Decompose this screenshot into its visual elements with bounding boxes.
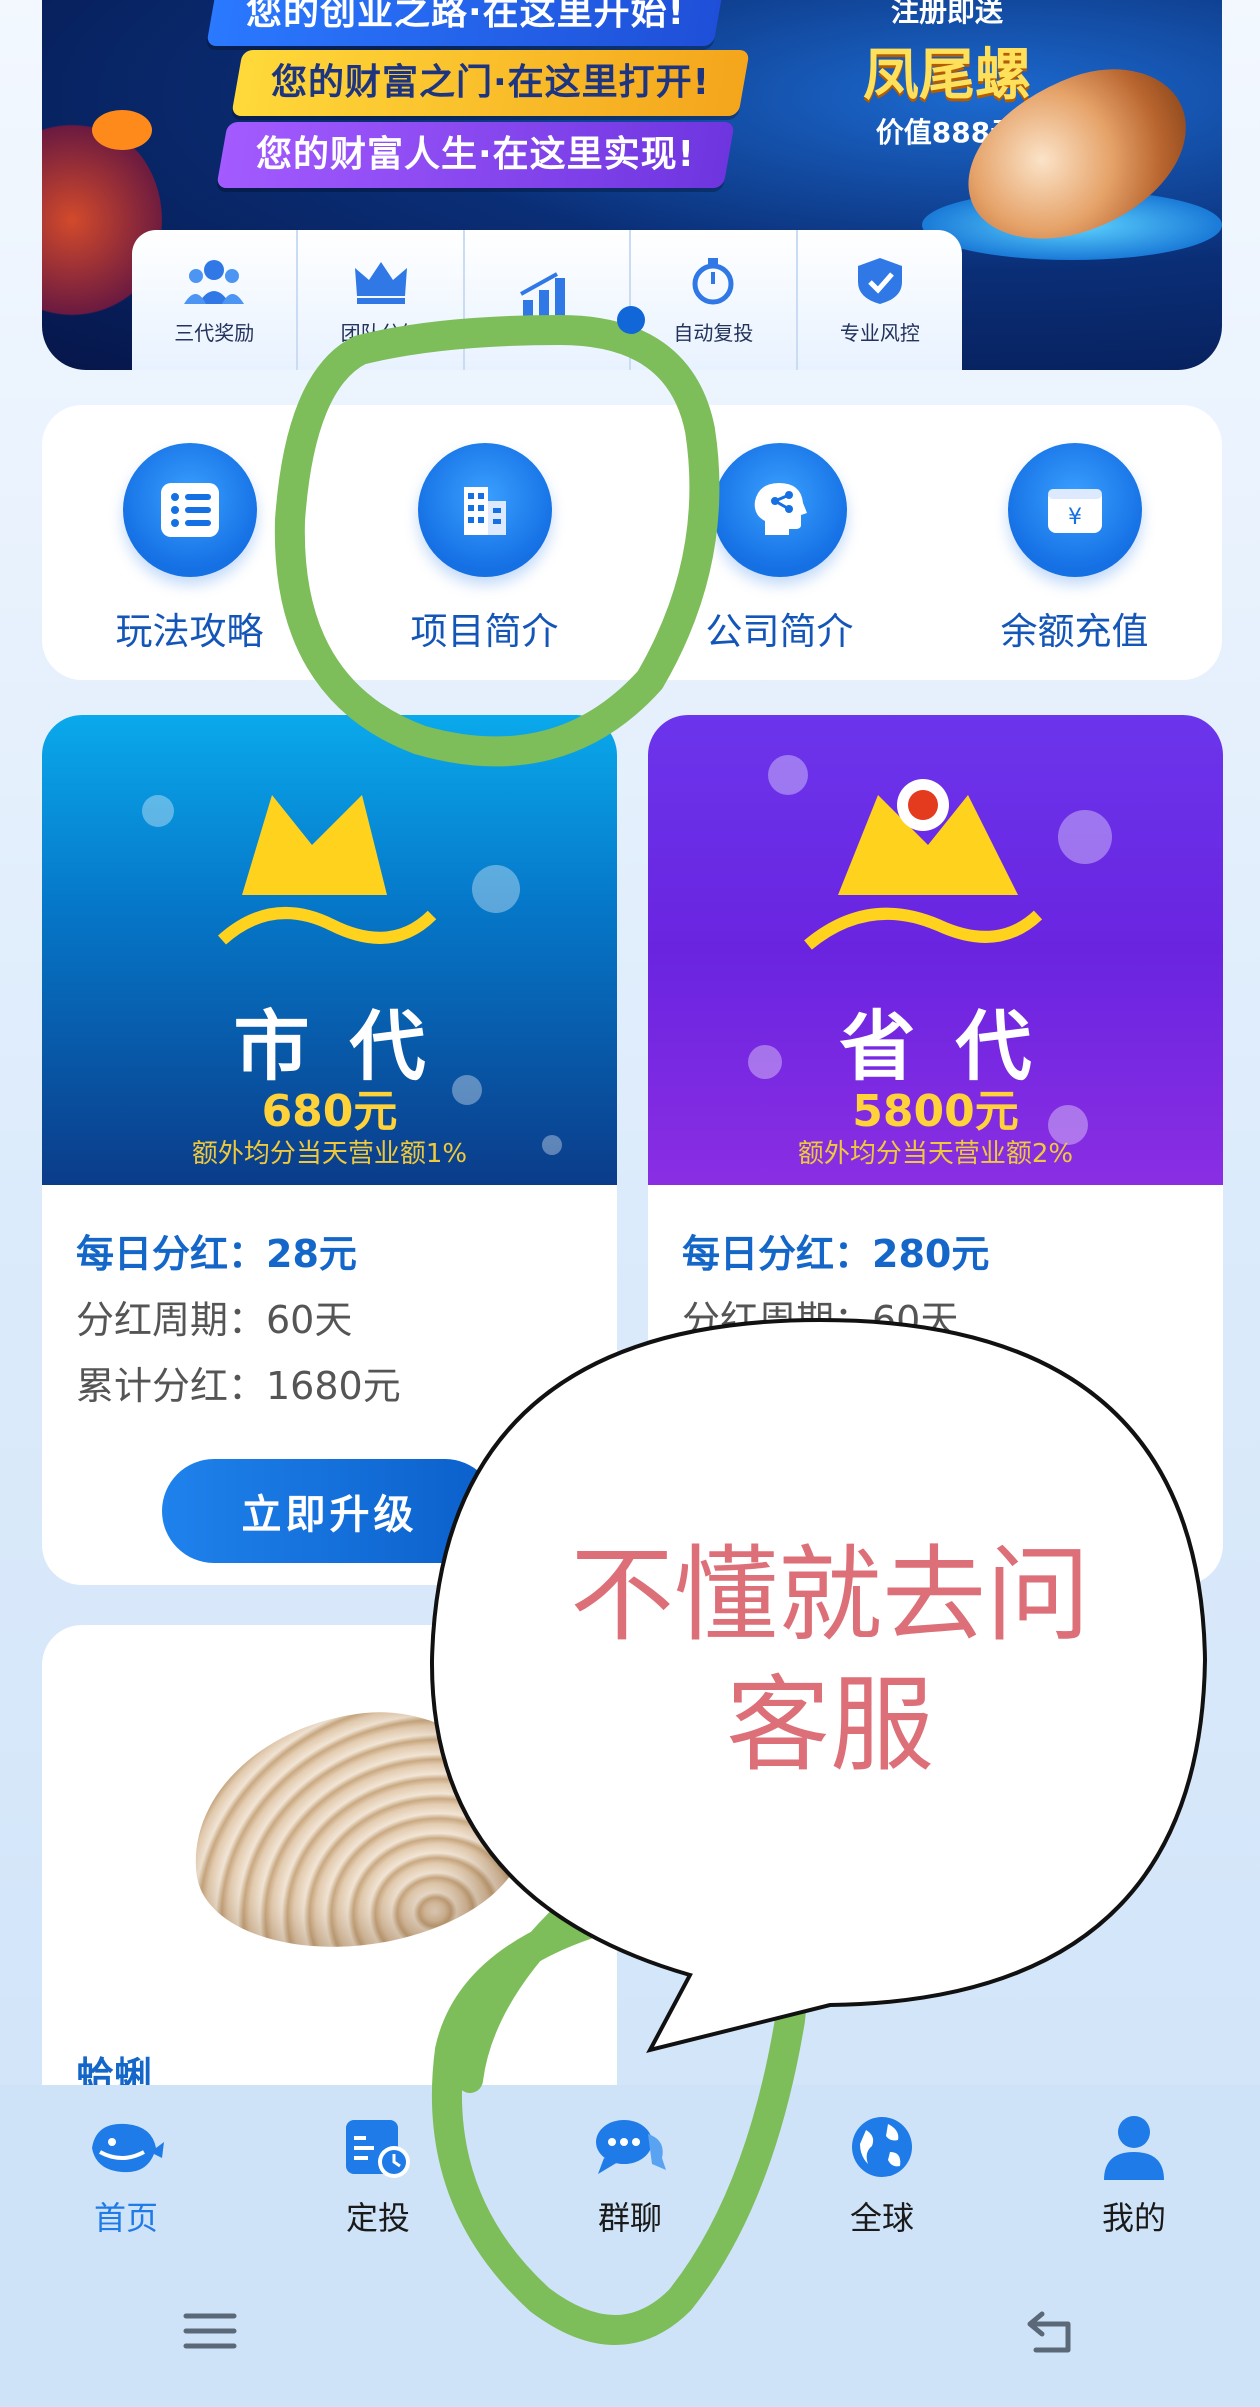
quick-menu: 玩法攻略 项目简介 公司简介 ¥ 余额充值 [42, 405, 1222, 680]
speech-line-1: 不懂就去问 [569, 1534, 1090, 1656]
quick-item-company-intro[interactable]: 公司简介 [632, 405, 927, 680]
globe-icon [840, 2107, 924, 2187]
card-image: 省代 5800元 额外均分当天营业额2% [648, 715, 1223, 1185]
tab-label: 全球 [849, 2199, 914, 2237]
quick-item-label: 项目简介 [410, 610, 559, 653]
calendar-clock-icon [336, 2107, 420, 2187]
feature-risk-control: 专业风控 [798, 230, 962, 370]
feature-team-dividend: 团队分红 [298, 230, 465, 370]
person-icon [1092, 2107, 1176, 2187]
bar-chart-icon [517, 269, 577, 321]
feature-label: 团队分红 [340, 320, 421, 345]
tab-label: 定投 [345, 2199, 410, 2237]
bottom-tab-bar: 首页 定投 群聊 全球 我的 [0, 2085, 1260, 2255]
crown-icon [351, 255, 411, 307]
crown-logo-icon [804, 779, 1043, 950]
carousel-indicator-dot [617, 306, 645, 334]
feature-strip: 三代奖励 团队分红 自动复投 专业风控 [132, 230, 962, 370]
crown-logo-icon [217, 795, 437, 945]
head-network-icon [712, 443, 847, 577]
promo-top-text: 注册即送 [890, 0, 1003, 28]
upgrade-button[interactable]: 立即升级 [162, 1459, 497, 1563]
banner-slogan-3: 您的财富人生·在这里实现! [216, 122, 735, 188]
product-card-province-agent[interactable]: 省代 5800元 额外均分当天营业额2% 每日分红：280元 分红周期：60天 [648, 715, 1223, 1585]
people-icon [184, 255, 245, 307]
home-icon[interactable] [585, 2296, 675, 2366]
speech-bubble-text: 不懂就去问 客服 [480, 1530, 1180, 1790]
tab-global[interactable]: 全球 [756, 2085, 1008, 2255]
dividend-period: 分红周期：60天 [682, 1298, 959, 1342]
feature-chart [465, 230, 632, 370]
shield-check-icon [850, 255, 910, 307]
quick-item-label: 余额充值 [1000, 610, 1149, 653]
back-icon[interactable] [1005, 2296, 1095, 2366]
tab-label: 首页 [93, 2199, 158, 2237]
feature-label: 三代奖励 [174, 320, 255, 345]
bubble-decoration [142, 795, 174, 827]
building-icon [417, 443, 552, 577]
quick-item-label: 公司简介 [705, 610, 854, 653]
dividend-period: 分红周期：60天 [76, 1298, 353, 1342]
clownfish-decoration [92, 110, 152, 150]
whale-icon [84, 2107, 168, 2187]
speech-line-2: 客服 [725, 1664, 934, 1786]
list-icon [122, 443, 257, 577]
menu-icon[interactable] [165, 2296, 255, 2366]
quick-item-project-intro[interactable]: 项目简介 [337, 405, 632, 680]
stopwatch-icon [683, 255, 743, 307]
tab-label: 群聊 [597, 2199, 662, 2237]
banner-slogan-1: 您的创业之路·在这里开始! [206, 0, 725, 46]
tab-label: 我的 [1101, 2199, 1166, 2237]
tab-profile[interactable]: 我的 [1008, 2085, 1260, 2255]
wallet-yen-icon: ¥ [1007, 443, 1142, 577]
card-note: 额外均分当天营业额1% [191, 1139, 468, 1169]
bubble-decoration [472, 865, 520, 913]
card-image: 市代 680元 额外均分当天营业额1% [42, 715, 617, 1185]
chat-bubbles-icon [588, 2107, 672, 2187]
card-note: 额外均分当天营业额2% [797, 1139, 1074, 1169]
product-card-city-agent[interactable]: 市代 680元 额外均分当天营业额1% 每日分红：28元 分红周期：60天 累计… [42, 715, 617, 1585]
system-navigation-bar [0, 2255, 1260, 2407]
card-price: 5800元 [852, 1086, 1019, 1137]
quick-item-label: 玩法攻略 [115, 610, 264, 653]
tab-investment[interactable]: 定投 [252, 2085, 504, 2255]
svg-text:¥: ¥ [1068, 505, 1082, 530]
feature-label: 专业风控 [839, 320, 920, 345]
daily-dividend: 每日分红：28元 [76, 1232, 357, 1276]
daily-dividend: 每日分红：280元 [682, 1232, 990, 1276]
tab-home[interactable]: 首页 [0, 2085, 252, 2255]
banner-slogan-2: 您的财富之门·在这里打开! [231, 50, 750, 116]
quick-item-recharge[interactable]: ¥ 余额充值 [927, 405, 1222, 680]
tab-group-chat[interactable]: 群聊 [504, 2085, 756, 2255]
feature-label: 自动复投 [673, 320, 754, 345]
card-price: 680元 [261, 1086, 398, 1137]
quick-item-guide[interactable]: 玩法攻略 [42, 405, 337, 680]
feature-auto-reinvest: 自动复投 [631, 230, 798, 370]
total-dividend: 累计分红：1680元 [76, 1364, 401, 1408]
feature-three-gen-reward: 三代奖励 [132, 230, 299, 370]
